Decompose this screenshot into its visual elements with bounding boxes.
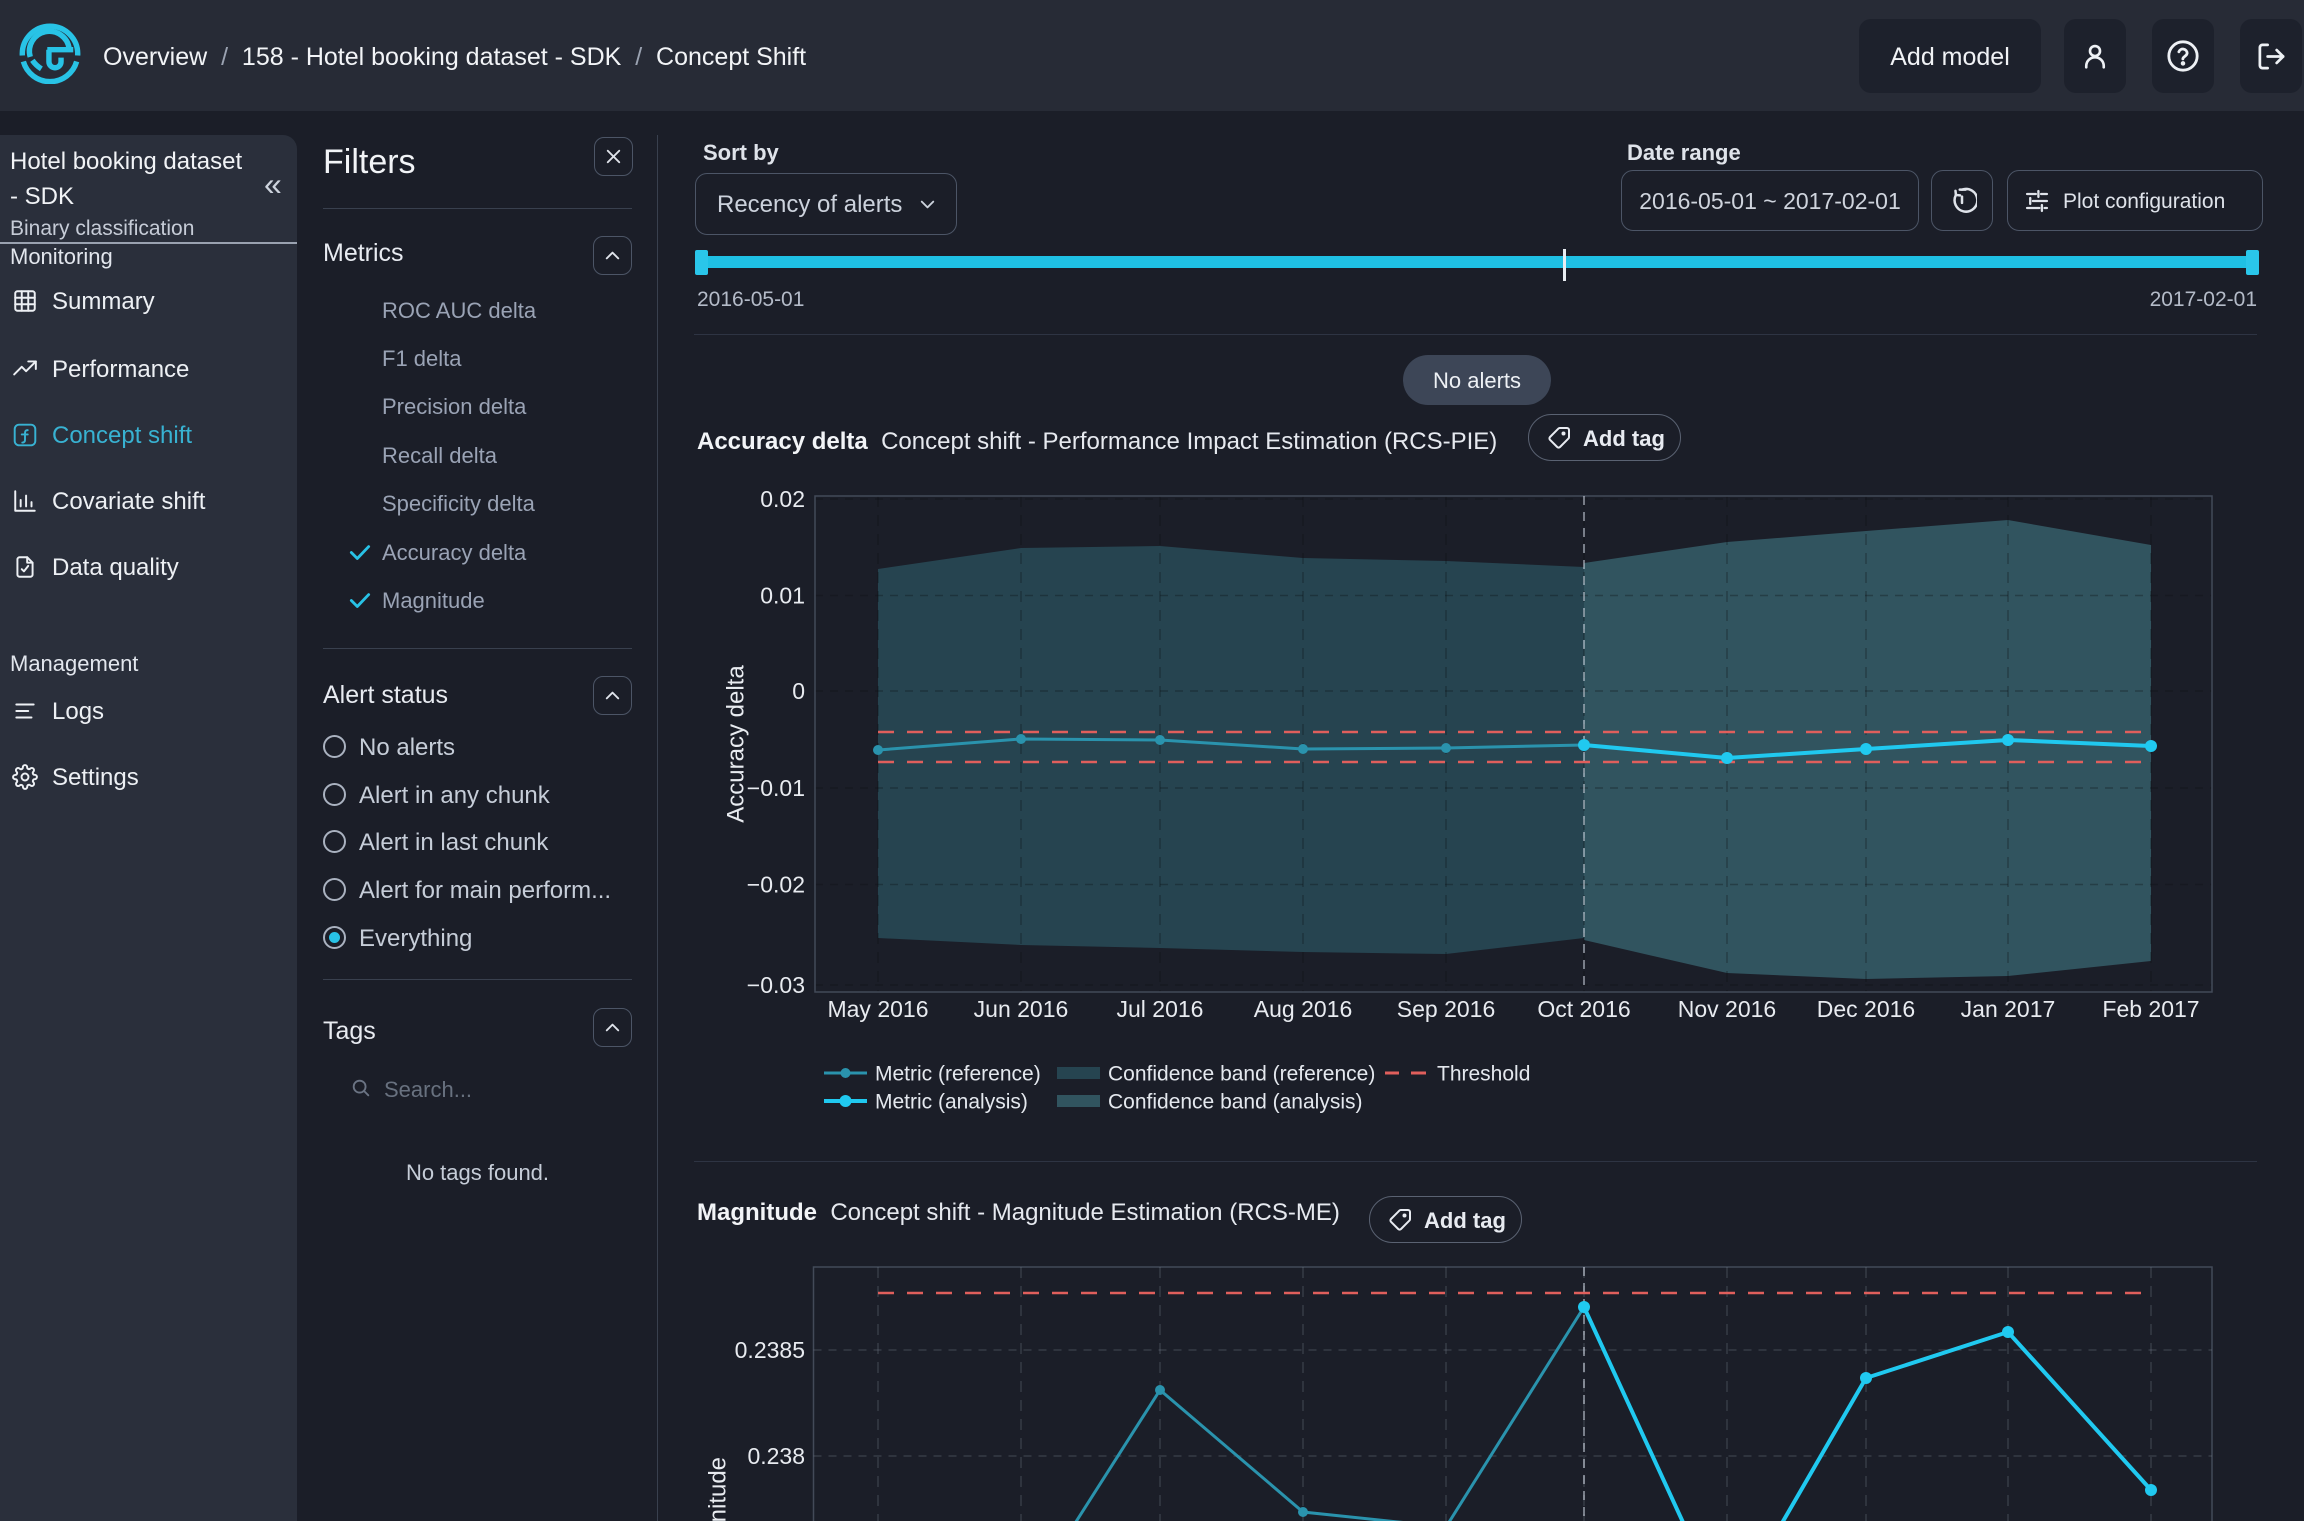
svg-text:0.238: 0.238 (747, 1443, 805, 1469)
svg-text:Magnitude: Magnitude (705, 1457, 732, 1521)
svg-text:Jan 2017: Jan 2017 (1961, 996, 2056, 1022)
svg-text:0.01: 0.01 (760, 583, 805, 609)
svg-text:−0.01: −0.01 (747, 775, 805, 801)
svg-text:Dec 2016: Dec 2016 (1817, 996, 1915, 1022)
svg-text:Confidence band (reference): Confidence band (reference) (1108, 1063, 1375, 1086)
svg-text:Feb 2017: Feb 2017 (2102, 996, 2199, 1022)
svg-text:Jun 2016: Jun 2016 (974, 996, 1069, 1022)
svg-text:May 2016: May 2016 (827, 996, 928, 1022)
svg-text:0.02: 0.02 (760, 486, 805, 512)
svg-text:0.2385: 0.2385 (735, 1337, 805, 1363)
svg-text:Accuracy delta: Accuracy delta (723, 665, 750, 823)
svg-text:Nov 2016: Nov 2016 (1678, 996, 1776, 1022)
svg-text:−0.03: −0.03 (747, 972, 805, 998)
svg-text:Confidence band (analysis): Confidence band (analysis) (1108, 1091, 1362, 1114)
svg-text:0: 0 (792, 678, 805, 704)
svg-text:Aug 2016: Aug 2016 (1254, 996, 1352, 1022)
svg-text:Sep 2016: Sep 2016 (1397, 996, 1495, 1022)
svg-text:Threshold: Threshold (1437, 1063, 1530, 1086)
svg-text:−0.02: −0.02 (747, 872, 805, 898)
svg-text:Oct 2016: Oct 2016 (1537, 996, 1630, 1022)
svg-text:Metric (reference): Metric (reference) (875, 1063, 1041, 1086)
svg-text:Metric (analysis): Metric (analysis) (875, 1091, 1028, 1114)
svg-text:Jul 2016: Jul 2016 (1117, 996, 1204, 1022)
